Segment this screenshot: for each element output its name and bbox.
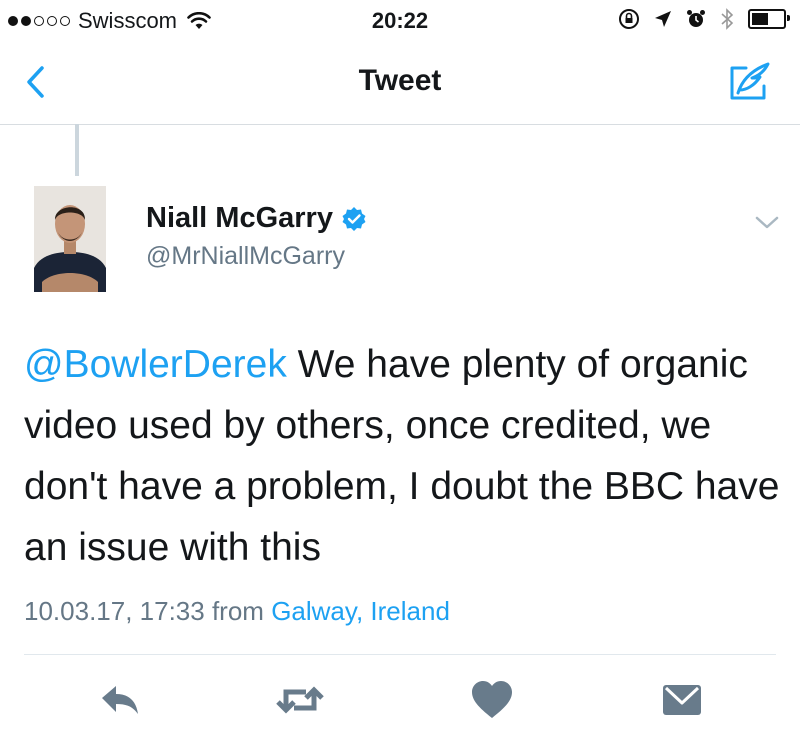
direct-message-icon[interactable] [658,676,706,724]
location-link[interactable]: Galway, Ireland [271,596,450,626]
status-bar: Swisscom 20:22 [0,0,800,42]
divider [24,654,776,655]
verified-badge-icon [342,206,366,231]
tweet-meta: 10.03.17, 17:33 from Galway, Ireland [24,596,450,627]
action-bar [0,676,800,724]
avatar[interactable] [34,186,106,292]
mention-link[interactable]: @BowlerDerek [24,343,287,386]
reply-icon[interactable] [96,676,144,724]
tweet-text: @BowlerDerek We have plenty of organic v… [24,334,784,578]
location-arrow-icon [655,11,671,27]
tweet-timestamp: 10.03.17, 17:33 from [24,596,264,626]
orientation-lock-icon [619,9,639,29]
page-title: Tweet [358,64,442,97]
compose-icon[interactable] [726,58,774,106]
bluetooth-icon [721,8,734,30]
user-name-row: Niall McGarry [146,202,367,235]
like-icon[interactable] [468,676,516,724]
display-name[interactable]: Niall McGarry [146,202,333,235]
conversation-thread-line [75,124,79,176]
alarm-icon [687,10,705,27]
retweet-icon[interactable] [276,676,324,724]
user-handle[interactable]: @MrNiallMcGarry [146,242,345,271]
nav-bar: Tweet [0,42,800,125]
chevron-down-icon[interactable] [753,212,781,232]
battery-icon [748,9,790,29]
status-bar-right [618,8,790,30]
